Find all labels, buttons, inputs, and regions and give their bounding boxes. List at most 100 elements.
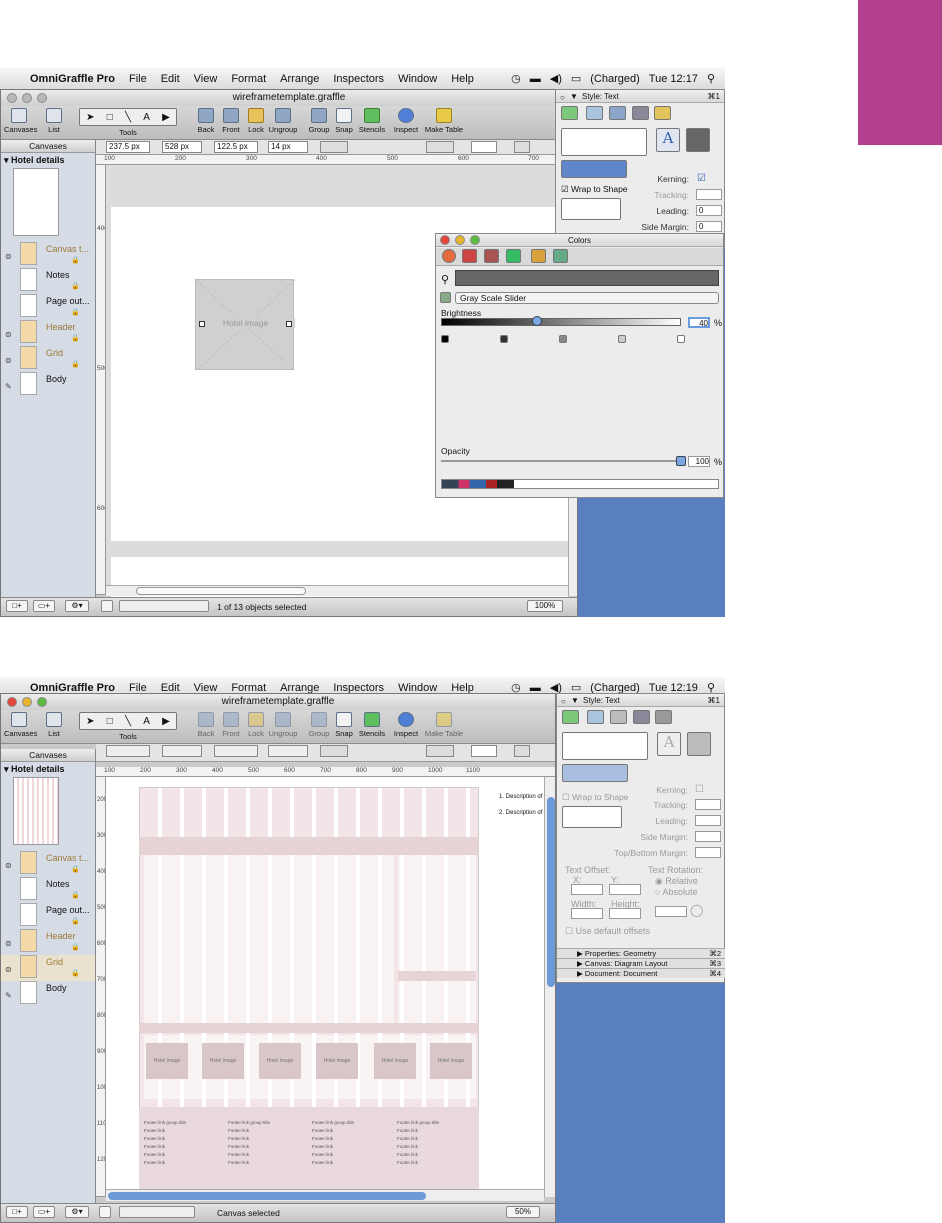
image-style-icon[interactable] — [633, 710, 650, 724]
light-gray-swatch[interactable] — [618, 335, 626, 343]
minimize-button[interactable] — [22, 93, 32, 103]
zoom-button[interactable] — [37, 93, 47, 103]
snap-button[interactable]: Snap — [329, 108, 359, 134]
inspector-titlebar[interactable]: ○ ▼ Style: Text ⌘1 — [556, 90, 724, 103]
x-field[interactable]: 237.5 px — [106, 141, 150, 153]
white-swatch[interactable] — [677, 335, 685, 343]
layer-canvas-title[interactable]: ⊜ Canvas t... 🔒 — [1, 242, 95, 268]
tracking-field[interactable] — [696, 189, 722, 200]
menu-help[interactable]: Help — [451, 73, 474, 85]
absolute-radio[interactable]: ○ Absolute — [655, 887, 697, 897]
close-icon[interactable]: ○ — [560, 91, 565, 104]
horizontal-scrollbar[interactable] — [106, 1189, 544, 1201]
offset-x-field[interactable] — [571, 884, 603, 895]
fill-style-icon[interactable] — [562, 710, 579, 724]
width-field[interactable] — [214, 745, 258, 757]
current-color-swatch[interactable] — [455, 270, 719, 286]
selection-handle-left[interactable] — [199, 321, 205, 327]
color-swatches-tray[interactable] — [441, 479, 719, 489]
add-layer-button[interactable]: ▭+ — [33, 1206, 55, 1218]
arrow-tool-icon[interactable]: ➤ — [86, 716, 94, 727]
scroll-thumb[interactable] — [547, 797, 555, 987]
crayons-icon[interactable] — [531, 249, 546, 263]
overflow-options[interactable] — [561, 198, 621, 220]
fill-button[interactable] — [514, 745, 530, 757]
display-icon[interactable]: ▬ — [530, 682, 541, 694]
shadow-style-icon[interactable] — [610, 710, 627, 724]
stencils-button[interactable]: Stencils — [357, 712, 387, 738]
battery-status[interactable]: (Charged) — [590, 682, 640, 694]
image-palettes-icon[interactable] — [506, 249, 521, 263]
layer-grid[interactable]: ⊜ Grid 🔒 — [1, 346, 95, 372]
relative-radio[interactable]: ◉ Relative — [655, 876, 698, 887]
gray-swatch[interactable] — [559, 335, 567, 343]
menu-edit[interactable]: Edit — [161, 73, 180, 85]
menu-inspectors[interactable]: Inspectors — [333, 682, 384, 694]
offset-y-field[interactable] — [609, 884, 641, 895]
opacity-slider[interactable] — [441, 460, 681, 462]
gear-icon[interactable]: ⚙▾ — [65, 1206, 89, 1218]
menu-view[interactable]: View — [194, 73, 218, 85]
add-layer-button[interactable]: ▭+ — [33, 600, 55, 612]
spotlight-icon[interactable]: ⚲ — [707, 72, 715, 85]
clock[interactable]: Tue 12:17 — [649, 73, 698, 85]
add-canvas-button[interactable]: □+ — [6, 1206, 28, 1218]
arrow-tool-icon[interactable]: ➤ — [86, 112, 94, 123]
selection-handle-right[interactable] — [286, 321, 292, 327]
layer-grid[interactable]: ⊜ Grid 🔒 — [1, 955, 95, 981]
offset-width-field[interactable] — [571, 908, 603, 919]
make-table-button[interactable]: Make Table — [424, 108, 464, 134]
menu-format[interactable]: Format — [231, 73, 266, 85]
color-palettes-icon[interactable] — [484, 249, 499, 263]
window-titlebar[interactable]: wireframetemplate.graffle — [1, 90, 577, 106]
leading-field[interactable]: 0 — [696, 205, 722, 216]
note-2[interactable]: 2. Description of — [499, 805, 542, 821]
height-field[interactable]: 14 px — [268, 141, 308, 153]
close-button[interactable] — [440, 235, 450, 245]
line-tool-icon[interactable]: ╲ — [125, 716, 131, 727]
brightness-slider[interactable] — [441, 318, 681, 326]
list-button[interactable]: List — [39, 712, 69, 738]
kerning-checkbox[interactable]: ☐ — [695, 784, 704, 795]
layer-body[interactable]: ✎ Body — [1, 981, 95, 1007]
menu-help[interactable]: Help — [451, 682, 474, 694]
lock-button[interactable]: Lock — [241, 712, 271, 738]
stroke-style-icon[interactable] — [586, 106, 603, 120]
add-canvas-button[interactable]: □+ — [6, 600, 28, 612]
more-tools-icon[interactable]: ▶ — [162, 112, 170, 123]
kerning-checkbox[interactable]: ☑ — [697, 173, 706, 184]
height-field[interactable] — [268, 745, 308, 757]
use-default-offsets-checkbox[interactable]: ☐ Use default offsets — [565, 926, 650, 937]
hotel-image-3[interactable]: Hotel image — [259, 1043, 301, 1079]
layer-notes[interactable]: Notes 🔒 — [1, 268, 95, 294]
inspector-section-geometry[interactable]: ▶ Properties: Geometry ⌘2 — [557, 948, 725, 958]
shadow-style-icon[interactable] — [609, 106, 626, 120]
stroke-width-field[interactable] — [471, 745, 497, 757]
menu-edit[interactable]: Edit — [161, 682, 180, 694]
hotel-image-4[interactable]: Hotel image — [316, 1043, 358, 1079]
top-bottom-margin-field[interactable] — [695, 847, 721, 858]
gear-icon[interactable]: ⚙▾ — [65, 600, 89, 612]
color-sliders-icon[interactable] — [462, 249, 477, 263]
rotation-field[interactable] — [655, 906, 687, 917]
text-tool-icon[interactable]: A — [143, 112, 150, 123]
stroke-popup[interactable] — [426, 745, 454, 757]
fill-swatch[interactable] — [99, 1206, 111, 1218]
zoom-popup[interactable]: 100% — [527, 600, 563, 612]
line-tool-icon[interactable]: ╲ — [125, 112, 131, 123]
leading-field[interactable] — [695, 815, 721, 826]
zoom-popup[interactable]: 50% — [506, 1206, 540, 1218]
inspector-section-document[interactable]: ▶ Document: Document ⌘4 — [557, 968, 725, 978]
menu-arrange[interactable]: Arrange — [280, 682, 319, 694]
layer-page-outline[interactable]: Page out... 🔒 — [1, 903, 95, 929]
canvas-section-title[interactable]: ▾ Hotel details — [1, 762, 95, 775]
vertical-scrollbar[interactable] — [544, 777, 555, 1197]
brightness-slider-knob[interactable] — [532, 316, 542, 326]
battery-icon[interactable]: ▭ — [571, 72, 581, 85]
width-field[interactable]: 122.5 px — [214, 141, 258, 153]
image-style-icon[interactable] — [632, 106, 649, 120]
close-button[interactable] — [7, 93, 17, 103]
menu-view[interactable]: View — [194, 682, 218, 694]
style-swatches[interactable] — [119, 1206, 195, 1218]
text-tool-icon[interactable]: A — [143, 716, 150, 727]
